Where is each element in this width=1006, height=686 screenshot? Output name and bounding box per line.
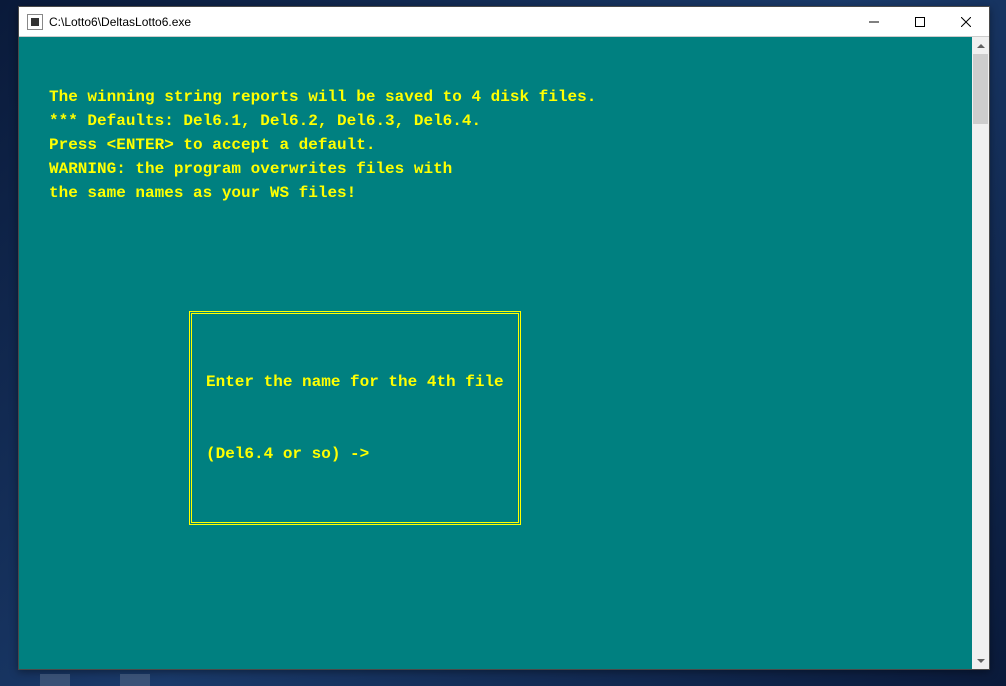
minimize-button[interactable] [851,7,897,36]
window-controls [851,7,989,36]
app-icon [27,14,43,30]
scrollbar-thumb[interactable] [973,54,988,124]
console-area: The winning string reports will be saved… [19,37,989,669]
console-content[interactable]: The winning string reports will be saved… [19,37,972,669]
app-window: C:\Lotto6\DeltasLotto6.exe The winning s… [18,6,990,670]
close-button[interactable] [943,7,989,36]
taskbar-fragment [40,674,70,686]
scrollbar-down-button[interactable] [972,652,989,669]
vertical-scrollbar[interactable] [972,37,989,669]
prompt-line-1: Enter the name for the 4th file [206,370,504,394]
maximize-button[interactable] [897,7,943,36]
window-title: C:\Lotto6\DeltasLotto6.exe [49,15,851,29]
console-line: WARNING: the program overwrites files wi… [49,157,942,181]
console-line: the same names as your WS files! [49,181,942,205]
console-line: Press <ENTER> to accept a default. [49,133,942,157]
taskbar-fragment [120,674,150,686]
console-line: The winning string reports will be saved… [49,85,942,109]
titlebar[interactable]: C:\Lotto6\DeltasLotto6.exe [19,7,989,37]
scrollbar-up-button[interactable] [972,37,989,54]
input-prompt-box[interactable]: Enter the name for the 4th file (Del6.4 … [189,311,521,525]
prompt-line-2: (Del6.4 or so) -> [206,442,504,466]
console-line: *** Defaults: Del6.1, Del6.2, Del6.3, De… [49,109,942,133]
